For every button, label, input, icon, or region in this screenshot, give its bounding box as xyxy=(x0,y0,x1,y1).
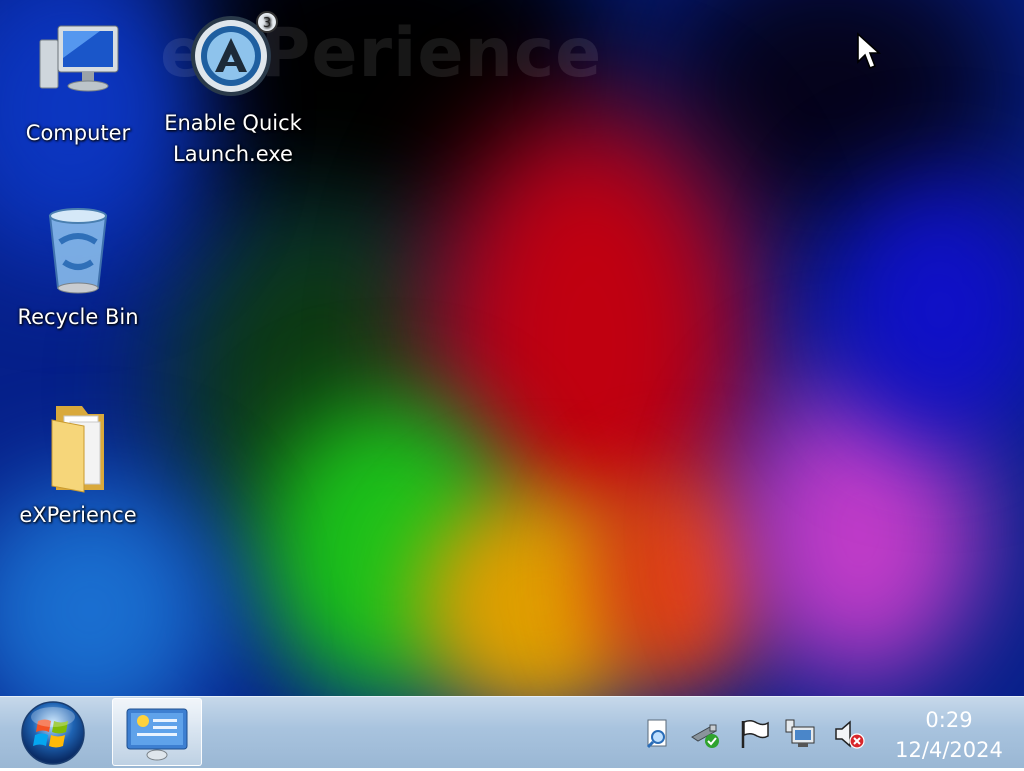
desktop-icon-computer[interactable]: Computer xyxy=(3,18,153,149)
quick-launch-app-icon: 3 xyxy=(191,11,278,96)
taskbar-clock[interactable]: 0:29 12/4/2024 xyxy=(886,705,1012,765)
desktop-icon-label: Enable Quick Launch.exe xyxy=(164,111,302,166)
flag-icon[interactable] xyxy=(736,717,770,751)
desktop-icon-enable-quick-launch[interactable]: 3 Enable Quick Launch.exe xyxy=(158,8,308,170)
windows-logo-icon xyxy=(21,701,85,765)
taskbar: 0:29 12/4/2024 xyxy=(0,696,1024,768)
desktop-icon-label: Computer xyxy=(25,121,131,145)
network-icon[interactable] xyxy=(784,717,818,751)
taskbar-pinned-app[interactable] xyxy=(112,698,202,766)
clock-time: 0:29 xyxy=(925,708,973,732)
system-tray: 0:29 12/4/2024 xyxy=(630,697,1024,769)
desktop-icon-recycle-bin[interactable]: Recycle Bin xyxy=(3,202,153,333)
mouse-cursor-icon xyxy=(857,32,882,70)
action-center-search-icon[interactable] xyxy=(640,717,674,751)
clock-date: 12/4/2024 xyxy=(895,738,1003,762)
desktop[interactable]: eXPerience Computer 3 Enable Quick Launc… xyxy=(0,0,1024,696)
desktop-icon-experience-folder[interactable]: eXPerience xyxy=(3,400,153,531)
usb-device-icon[interactable] xyxy=(688,717,722,751)
svg-text:3: 3 xyxy=(263,16,271,31)
desktop-icon-label: eXPerience xyxy=(19,503,137,527)
volume-muted-icon[interactable] xyxy=(832,717,866,751)
folder-icon xyxy=(51,406,104,493)
control-panel-icon xyxy=(126,708,188,761)
start-button[interactable] xyxy=(18,699,88,767)
desktop-icon-label: Recycle Bin xyxy=(17,305,139,329)
recycle-bin-icon xyxy=(48,208,108,294)
computer-icon xyxy=(39,25,119,92)
